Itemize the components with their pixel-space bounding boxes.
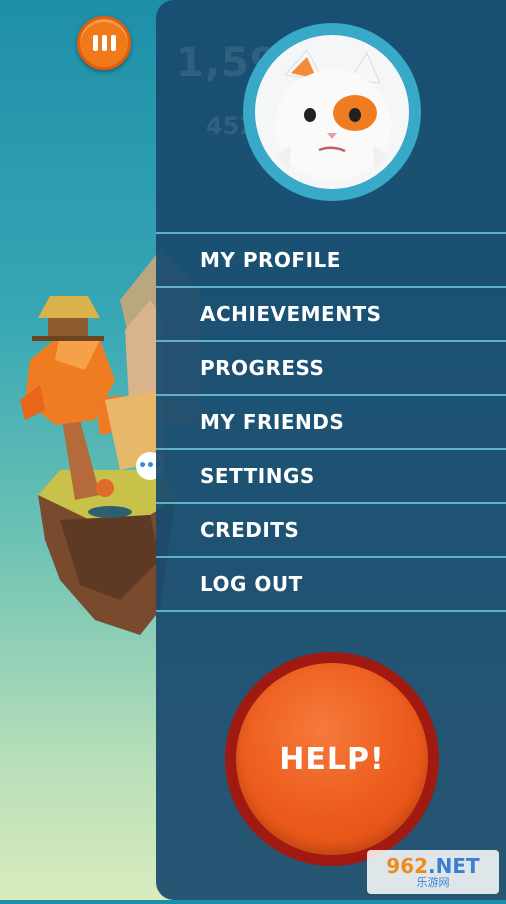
menu-item-label: SETTINGS [200, 464, 315, 488]
menu-item-label: ACHIEVEMENTS [200, 302, 382, 326]
pause-icon [92, 35, 98, 51]
menu-item-label: CREDITS [200, 518, 300, 542]
pause-button[interactable] [77, 16, 131, 70]
menu-item-label: MY FRIENDS [200, 410, 345, 434]
menu-item-my-friends[interactable]: MY FRIENDS [156, 396, 506, 450]
menu-item-log-out[interactable]: LOG OUT [156, 558, 506, 612]
watermark-suffix: .NET [428, 853, 480, 878]
menu-item-settings[interactable]: SETTINGS [156, 450, 506, 504]
site-watermark: 962.NET 乐游网 [367, 850, 499, 894]
profile-avatar[interactable] [243, 23, 421, 201]
menu-item-label: LOG OUT [200, 572, 303, 596]
main-menu: MY PROFILE ACHIEVEMENTS PROGRESS MY FRIE… [156, 232, 506, 612]
menu-item-my-profile[interactable]: MY PROFILE [156, 234, 506, 288]
menu-item-label: MY PROFILE [200, 248, 341, 272]
menu-item-label: PROGRESS [200, 356, 325, 380]
watermark-sub: 乐游网 [416, 875, 450, 889]
white-cat-avatar-icon [255, 35, 409, 189]
watermark-main: 962 [386, 853, 429, 878]
help-button[interactable]: HELP! [225, 652, 439, 866]
help-button-label: HELP! [279, 741, 385, 777]
menu-item-achievements[interactable]: ACHIEVEMENTS [156, 288, 506, 342]
menu-item-credits[interactable]: CREDITS [156, 504, 506, 558]
side-menu-panel: 1,594 452 MY PROFILE ACHIEVEMENTS PROGRE… [156, 0, 506, 900]
menu-item-progress[interactable]: PROGRESS [156, 342, 506, 396]
